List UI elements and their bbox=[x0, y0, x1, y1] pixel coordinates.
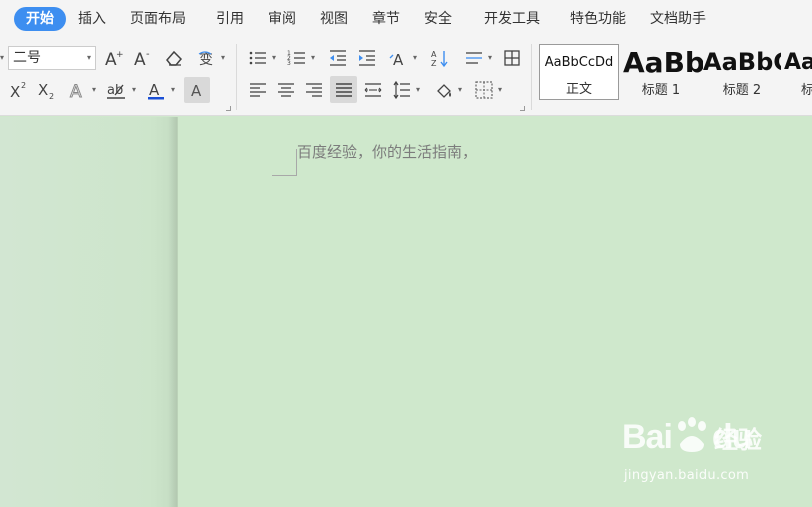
svg-text:2: 2 bbox=[49, 92, 54, 100]
bullet-list-icon[interactable] bbox=[246, 46, 270, 70]
font-group-launcher[interactable] bbox=[226, 106, 231, 111]
chevron-down-icon[interactable]: ▾ bbox=[456, 85, 464, 95]
svg-text:3: 3 bbox=[287, 60, 291, 67]
chevron-down-icon[interactable]: ▾ bbox=[130, 85, 138, 95]
watermark-url: jingyan.baidu.com bbox=[624, 468, 750, 483]
style-sample: AaBb bbox=[623, 46, 703, 79]
watermark-cn: 经验 bbox=[714, 426, 762, 454]
paw-icon bbox=[678, 417, 706, 452]
style-name: 标题 1 bbox=[641, 83, 681, 98]
subscript-icon[interactable]: X2 bbox=[34, 78, 58, 102]
tab-section[interactable]: 章节 bbox=[360, 7, 412, 31]
char-shading-icon[interactable]: A bbox=[184, 77, 210, 103]
svg-text:Z: Z bbox=[431, 59, 437, 68]
svg-text:-: - bbox=[146, 49, 150, 60]
table-layout-icon[interactable] bbox=[500, 46, 524, 70]
font-color-icon[interactable]: A bbox=[144, 78, 168, 102]
change-case-icon[interactable]: A bbox=[387, 46, 411, 70]
style-heading-2[interactable]: AaBbC 标题 2 bbox=[703, 44, 781, 100]
justify-icon[interactable] bbox=[330, 76, 357, 103]
style-gallery: AaBbCcDd 正文 AaBb 标题 1 AaBbC 标题 2 Aa 标 bbox=[537, 42, 812, 104]
font-size-select[interactable]: 二号 ▾ bbox=[8, 46, 96, 70]
page-shadow bbox=[168, 117, 178, 507]
decrease-indent-icon[interactable] bbox=[326, 46, 350, 70]
chevron-down-icon[interactable]: ▾ bbox=[496, 85, 504, 95]
tab-start[interactable]: 开始 bbox=[14, 7, 66, 31]
svg-text:2: 2 bbox=[21, 81, 26, 90]
numbered-list-icon[interactable]: 123 bbox=[285, 46, 309, 70]
style-heading-1[interactable]: AaBb 标题 1 bbox=[621, 44, 703, 100]
distributed-align-icon[interactable] bbox=[361, 78, 385, 102]
style-sample: AaBbCcDd bbox=[544, 55, 614, 70]
font-name-dropdown-arrow[interactable]: ▾ bbox=[0, 46, 8, 70]
grow-font-icon[interactable]: A + bbox=[102, 46, 126, 70]
line-spacing-icon[interactable] bbox=[390, 78, 414, 102]
svg-text:X: X bbox=[38, 81, 48, 99]
svg-text:变: 变 bbox=[199, 52, 213, 68]
tab-developer[interactable]: 开发工具 bbox=[472, 7, 552, 31]
phonetic-guide-icon[interactable]: 变 bbox=[195, 46, 219, 70]
chevron-down-icon[interactable]: ▾ bbox=[309, 53, 317, 63]
paragraph-group-launcher[interactable] bbox=[520, 106, 525, 111]
tab-special-features[interactable]: 特色功能 bbox=[558, 7, 638, 31]
style-name: 标题 2 bbox=[722, 83, 762, 98]
svg-text:A: A bbox=[191, 82, 202, 100]
font-size-value: 二号 bbox=[13, 50, 41, 66]
style-name: 正文 bbox=[565, 82, 592, 97]
chevron-down-icon[interactable]: ▾ bbox=[270, 53, 278, 63]
text-effect-icon[interactable]: A bbox=[66, 78, 90, 102]
svg-text:A: A bbox=[149, 81, 160, 99]
chevron-down-icon[interactable]: ▾ bbox=[90, 85, 98, 95]
svg-text:X: X bbox=[10, 83, 20, 100]
paragraph-spacing-icon[interactable] bbox=[462, 46, 486, 70]
ribbon: ▾ 二号 ▾ A + A- 变 ▾ X2 X2 A ▾ ab ▾ A ▾ A ▾ … bbox=[0, 38, 812, 116]
svg-text:A: A bbox=[134, 50, 146, 68]
increase-indent-icon[interactable] bbox=[355, 46, 379, 70]
tab-security[interactable]: 安全 bbox=[412, 7, 464, 31]
chevron-down-icon[interactable]: ▾ bbox=[219, 53, 227, 63]
svg-text:A: A bbox=[393, 51, 404, 68]
superscript-icon[interactable]: X2 bbox=[6, 78, 30, 102]
tab-page-layout[interactable]: 页面布局 bbox=[118, 7, 198, 31]
tab-insert[interactable]: 插入 bbox=[66, 7, 118, 31]
shading-icon[interactable] bbox=[432, 78, 456, 102]
tab-doc-assistant[interactable]: 文档助手 bbox=[638, 7, 718, 31]
style-heading-3[interactable]: Aa 标 bbox=[783, 44, 812, 100]
style-sample: Aa bbox=[784, 50, 812, 75]
chevron-down-icon[interactable]: ▾ bbox=[486, 53, 494, 63]
document-text[interactable]: 百度经验，你的生活指南， bbox=[297, 141, 477, 162]
margin-corner-mark bbox=[272, 175, 297, 176]
chevron-down-icon[interactable]: ▾ bbox=[411, 53, 419, 63]
svg-text:A: A bbox=[70, 82, 82, 100]
shrink-font-icon[interactable]: A- bbox=[131, 46, 155, 70]
chevron-down-icon[interactable]: ▾ bbox=[414, 85, 422, 95]
chevron-down-icon[interactable]: ▾ bbox=[169, 85, 177, 95]
sort-icon[interactable]: AZ bbox=[428, 46, 452, 70]
tab-references[interactable]: 引用 bbox=[204, 7, 256, 31]
align-right-icon[interactable] bbox=[302, 78, 326, 102]
svg-text:A: A bbox=[431, 50, 437, 59]
style-sample: AaBbC bbox=[703, 48, 781, 76]
align-left-icon[interactable] bbox=[246, 78, 270, 102]
tab-review[interactable]: 审阅 bbox=[256, 7, 308, 31]
tab-view[interactable]: 视图 bbox=[308, 7, 360, 31]
svg-text:ab: ab bbox=[107, 83, 123, 98]
menu-bar: 开始 插入 页面布局 引用 审阅 视图 章节 安全 开发工具 特色功能 文档助手 bbox=[0, 0, 812, 38]
style-name: 标 bbox=[801, 83, 812, 98]
left-margin-pane bbox=[0, 117, 177, 507]
highlight-icon[interactable]: ab bbox=[104, 78, 128, 102]
chevron-down-icon: ▾ bbox=[86, 53, 91, 62]
borders-icon[interactable] bbox=[472, 78, 496, 102]
style-normal[interactable]: AaBbCcDd 正文 bbox=[539, 44, 619, 100]
baidu-watermark: Bai du 经验 jingyan.baidu.com bbox=[622, 417, 772, 488]
eraser-icon[interactable] bbox=[162, 46, 186, 70]
svg-text:+: + bbox=[116, 50, 124, 60]
align-center-icon[interactable] bbox=[274, 78, 298, 102]
